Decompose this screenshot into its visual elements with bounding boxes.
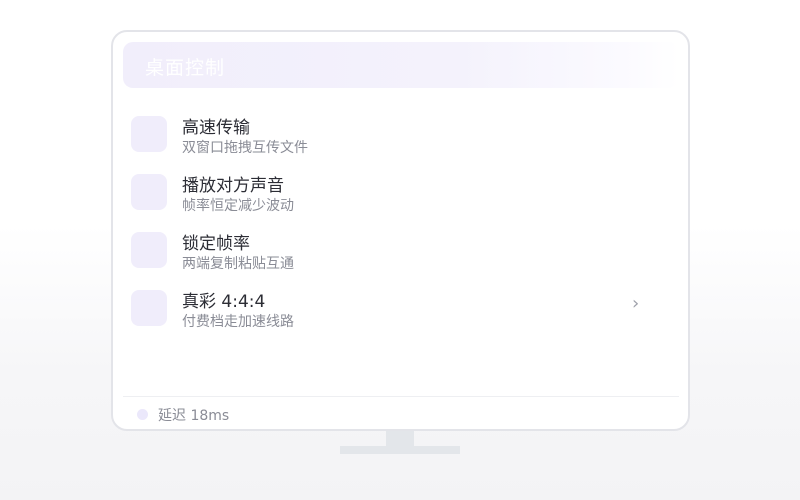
feature-tile-icon xyxy=(131,290,167,326)
feature-item-true-color[interactable]: 真彩 4:4:4 付费档走加速线路 › xyxy=(131,287,671,337)
feature-tile-icon xyxy=(131,174,167,210)
monitor-stand-base xyxy=(340,446,460,454)
feature-subtitle: 双窗口拖拽互传文件 xyxy=(182,140,308,156)
feature-tile-icon xyxy=(131,232,167,268)
feature-subtitle: 帧率恒定减少波动 xyxy=(182,198,294,214)
feature-title: 高速传输 xyxy=(182,118,250,138)
feature-title: 播放对方声音 xyxy=(182,176,284,196)
feature-title: 锁定帧率 xyxy=(182,234,250,254)
page-title: 桌面控制 xyxy=(145,57,226,79)
chevron-right-icon[interactable]: › xyxy=(632,293,639,314)
feature-item-lock-frame-rate[interactable]: 锁定帧率 两端复制粘贴互通 xyxy=(131,229,671,279)
status-dot-icon xyxy=(137,409,148,420)
feature-title: 真彩 4:4:4 xyxy=(182,292,266,312)
feature-subtitle: 付费档走加速线路 xyxy=(182,314,294,330)
monitor-frame: 桌面控制 高速传输 双窗口拖拽互传文件 播放对方声音 帧率恒定减少波动 锁定帧率… xyxy=(111,30,690,431)
footer-divider xyxy=(123,396,679,397)
feature-subtitle: 两端复制粘贴互通 xyxy=(182,256,294,272)
feature-item-high-speed-transfer[interactable]: 高速传输 双窗口拖拽互传文件 xyxy=(131,113,671,163)
header-bar: 桌面控制 xyxy=(123,42,679,88)
feature-item-play-remote-audio[interactable]: 播放对方声音 帧率恒定减少波动 xyxy=(131,171,671,221)
latency-status: 延迟 18ms xyxy=(158,408,230,424)
feature-tile-icon xyxy=(131,116,167,152)
monitor-stand-neck xyxy=(386,431,414,447)
